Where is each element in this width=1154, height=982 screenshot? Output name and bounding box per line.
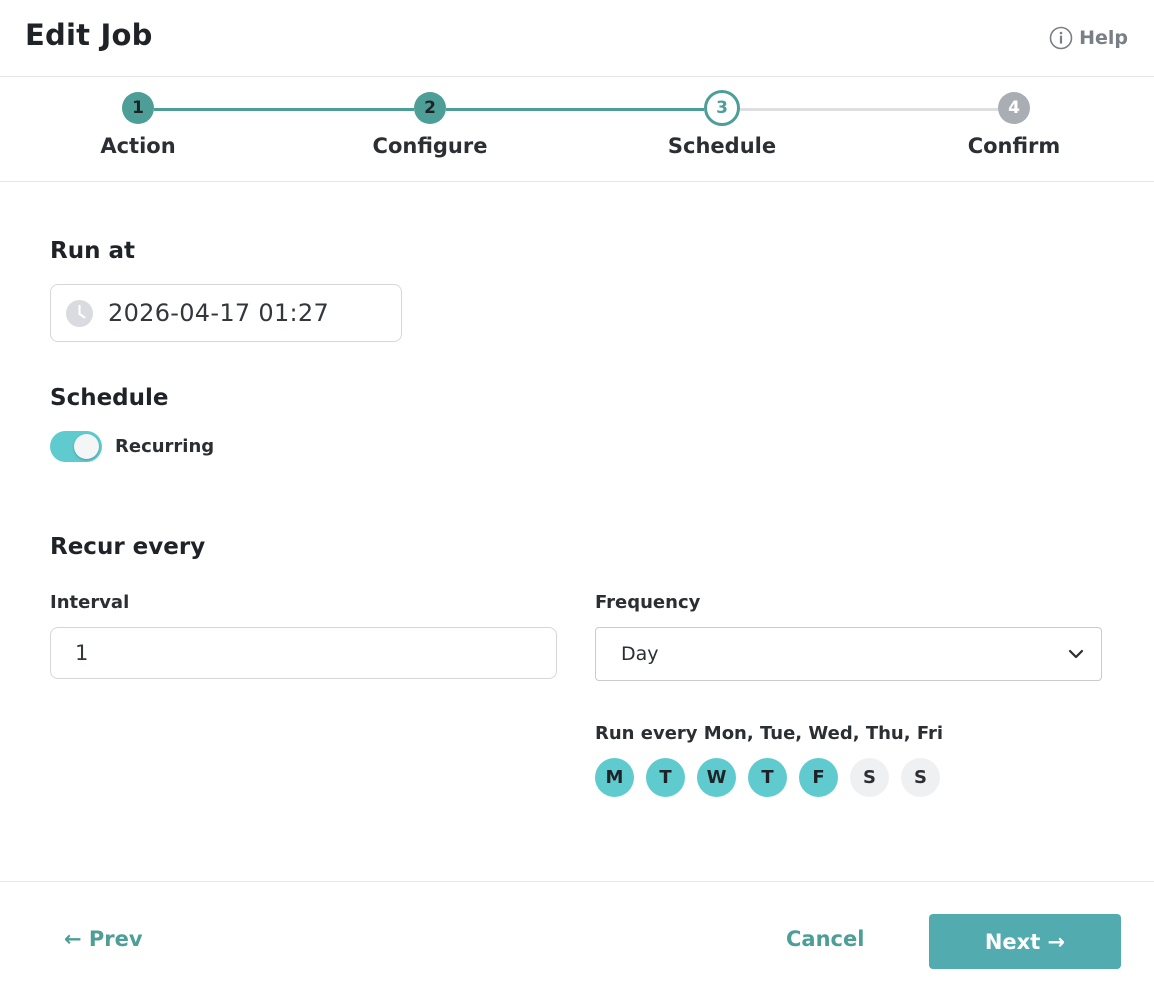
step-configure[interactable]: 2 Configure (330, 92, 530, 158)
frequency-label: Frequency (595, 592, 701, 613)
recurring-toggle[interactable] (50, 431, 102, 462)
next-button[interactable]: Next → (929, 914, 1121, 969)
step-number: 1 (122, 92, 154, 124)
day-tuesday[interactable]: T (646, 758, 685, 797)
step-label: Configure (372, 134, 488, 158)
run-every-summary: Run every Mon, Tue, Wed, Thu, Fri (595, 723, 944, 744)
prev-button[interactable]: ← Prev (64, 927, 143, 951)
recurring-toggle-row: Recurring (50, 431, 214, 462)
interval-label: Interval (50, 592, 130, 613)
wizard-stepper: 1 Action 2 Configure 3 Schedule 4 Confir… (0, 77, 1154, 182)
page-title: Edit Job (25, 18, 153, 52)
interval-value: 1 (75, 641, 89, 665)
frequency-value: Day (621, 643, 659, 665)
step-confirm[interactable]: 4 Confirm (914, 92, 1114, 158)
interval-input[interactable]: 1 (50, 627, 557, 679)
step-label: Confirm (967, 134, 1061, 158)
toggle-knob (74, 434, 99, 459)
run-at-title: Run at (50, 238, 135, 264)
page-header: Edit Job Help (0, 0, 1154, 77)
step-number: 3 (704, 90, 740, 126)
schedule-title: Schedule (50, 385, 169, 411)
help-link[interactable]: Help (1049, 26, 1128, 50)
weekday-picker: M T W T F S S (595, 758, 940, 797)
day-thursday[interactable]: T (748, 758, 787, 797)
step-schedule[interactable]: 3 Schedule (622, 90, 822, 158)
step-number: 2 (414, 92, 446, 124)
day-wednesday[interactable]: W (697, 758, 736, 797)
day-sunday[interactable]: S (901, 758, 940, 797)
frequency-select[interactable]: Day (595, 627, 1102, 681)
run-at-value: 2026-04-17 01:27 (108, 299, 330, 327)
day-friday[interactable]: F (799, 758, 838, 797)
run-at-datetime-input[interactable]: 2026-04-17 01:27 (50, 284, 402, 342)
step-label: Action (100, 134, 176, 158)
day-saturday[interactable]: S (850, 758, 889, 797)
step-label: Schedule (667, 134, 777, 158)
step-number: 4 (998, 92, 1030, 124)
info-icon (1049, 26, 1073, 50)
chevron-down-icon (1068, 649, 1084, 659)
recurring-label: Recurring (115, 436, 215, 457)
wizard-footer: ← Prev Cancel Next → (0, 881, 1154, 982)
recur-every-title: Recur every (50, 534, 206, 560)
clock-icon (65, 299, 94, 327)
day-monday[interactable]: M (595, 758, 634, 797)
help-label: Help (1079, 27, 1128, 49)
step-action[interactable]: 1 Action (38, 92, 238, 158)
cancel-button[interactable]: Cancel (786, 927, 864, 951)
